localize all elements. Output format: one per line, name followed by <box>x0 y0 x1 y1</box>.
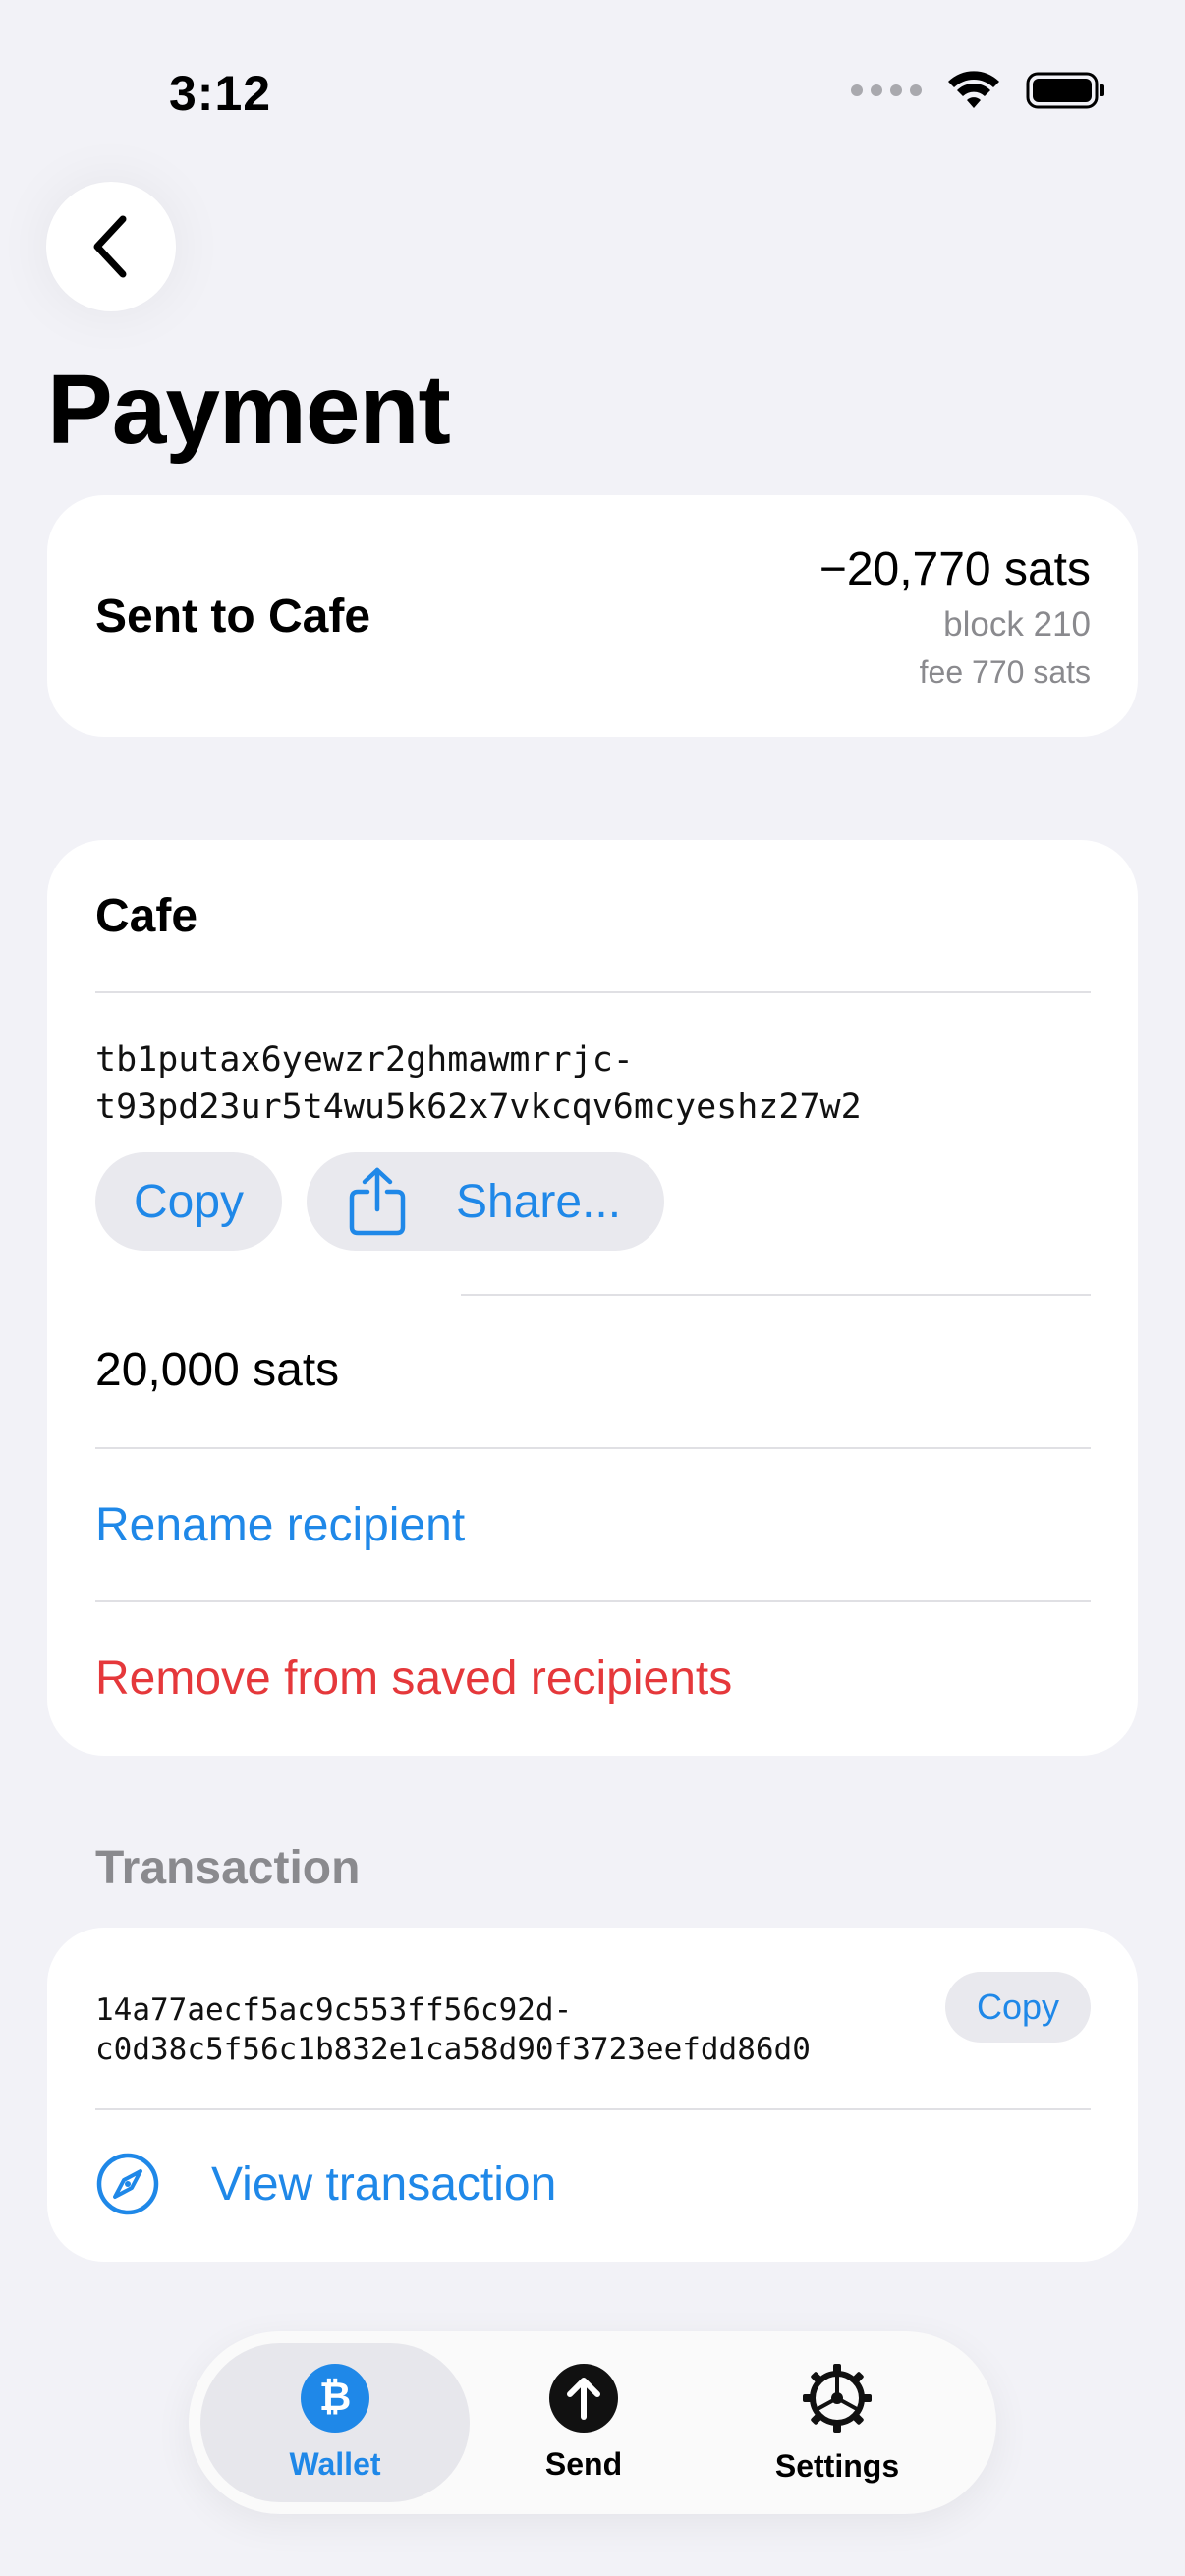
battery-icon <box>1026 72 1104 109</box>
transaction-card: 14a77aecf5ac9c553ff56c92d- c0d38c5f56c1b… <box>47 1928 1138 2262</box>
tab-bar: ₿ Wallet Send Settings <box>189 2331 996 2514</box>
divider <box>95 1447 1091 1449</box>
payment-summary-card: Sent to Cafe −20,770 sats block 210 fee … <box>47 495 1138 737</box>
recipient-name: Cafe <box>95 890 198 942</box>
summary-block: block 210 <box>943 605 1091 644</box>
recipient-address: tb1putax6yewzr2ghmawmrrjc- t93pd23ur5t4w… <box>95 1040 862 1127</box>
divider <box>95 2108 1091 2110</box>
recipient-amount: 20,000 sats <box>95 1344 340 1396</box>
cellular-signal-icon <box>851 84 922 96</box>
copy-txid-button[interactable]: Copy <box>945 1972 1091 2043</box>
copy-address-label: Copy <box>133 1175 245 1228</box>
arrow-up-circle-icon <box>549 2363 618 2433</box>
copy-txid-label: Copy <box>976 1987 1060 2027</box>
divider <box>461 1294 1091 1296</box>
copy-address-button[interactable]: Copy <box>95 1152 282 1251</box>
remove-recipient-button[interactable]: Remove from saved recipients <box>95 1652 732 1706</box>
back-button[interactable] <box>46 182 176 311</box>
status-time: 3:12 <box>169 66 272 121</box>
transaction-id: 14a77aecf5ac9c553ff56c92d- c0d38c5f56c1b… <box>95 1992 811 2067</box>
summary-fee: fee 770 sats <box>919 654 1091 690</box>
bitcoin-icon: ₿ <box>301 2363 369 2433</box>
rename-recipient-button[interactable]: Rename recipient <box>95 1498 465 1552</box>
compass-icon <box>96 2153 159 2215</box>
gear-icon <box>803 2363 872 2433</box>
tab-settings-label: Settings <box>774 2447 900 2484</box>
share-address-button[interactable]: Share... <box>307 1152 664 1251</box>
status-icons <box>851 71 1106 110</box>
tab-send[interactable]: Send <box>523 2343 645 2502</box>
recipient-card: Cafe tb1putax6yewzr2ghmawmrrjc- t93pd23u… <box>47 840 1138 1756</box>
summary-amount: −20,770 sats <box>818 543 1091 595</box>
chevron-left-icon <box>93 215 127 278</box>
divider <box>95 1600 1091 1602</box>
tab-send-label: Send <box>544 2445 623 2482</box>
tab-settings[interactable]: Settings <box>768 2343 906 2502</box>
tab-wallet-label: Wallet <box>289 2445 381 2482</box>
wifi-icon <box>948 71 999 108</box>
view-transaction-button[interactable]: View transaction <box>95 2152 556 2216</box>
tab-wallet[interactable]: ₿ Wallet <box>200 2343 470 2502</box>
divider <box>95 991 1091 993</box>
page-title: Payment <box>47 355 451 465</box>
share-address-label: Share... <box>456 1175 622 1228</box>
share-icon <box>349 1167 406 1236</box>
summary-label: Sent to Cafe <box>95 590 371 643</box>
view-transaction-label: View transaction <box>211 2157 557 2211</box>
transaction-section-label: Transaction <box>95 1842 361 1894</box>
